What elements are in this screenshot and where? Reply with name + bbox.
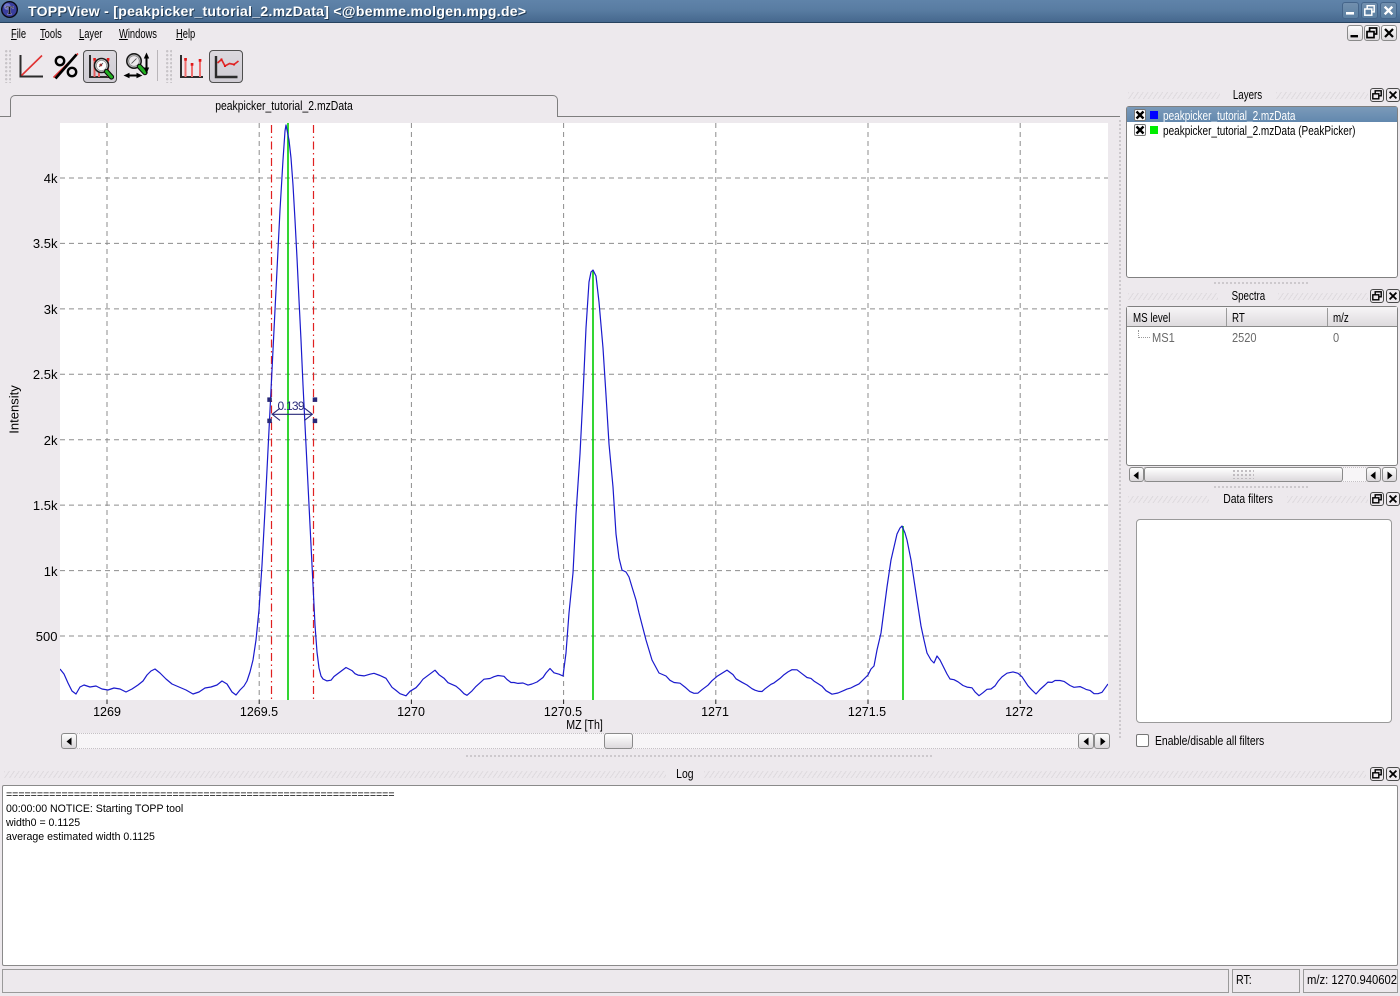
svg-text:0.139: 0.139 [278,399,305,413]
svg-text:T: T [5,3,13,17]
